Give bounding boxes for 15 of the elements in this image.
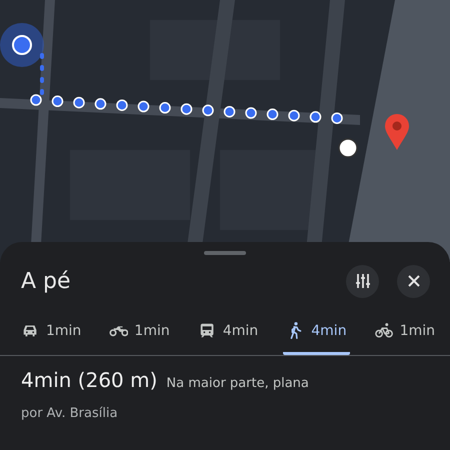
sliders-icon [354,273,370,289]
sheet-title: A pé [21,268,72,294]
travel-mode-tab[interactable]: 1min [106,317,173,355]
close-icon [406,274,420,288]
travel-mode-tab[interactable]: 1min [372,317,438,355]
travel-mode-tab[interactable]: 4min [283,317,350,355]
travel-mode-tab[interactable]: 1min [18,317,84,355]
route-via: por Av. Brasília [20,405,119,421]
travel-mode-tab[interactable]: 4min [194,317,262,355]
drag-handle[interactable] [204,251,246,255]
close-button[interactable] [397,264,430,298]
route-duration: 4min (260 m) [21,368,158,392]
options-button[interactable] [346,264,379,298]
bicycle-icon [374,321,394,340]
terrain-note: Na maior parte, plana [166,376,309,391]
